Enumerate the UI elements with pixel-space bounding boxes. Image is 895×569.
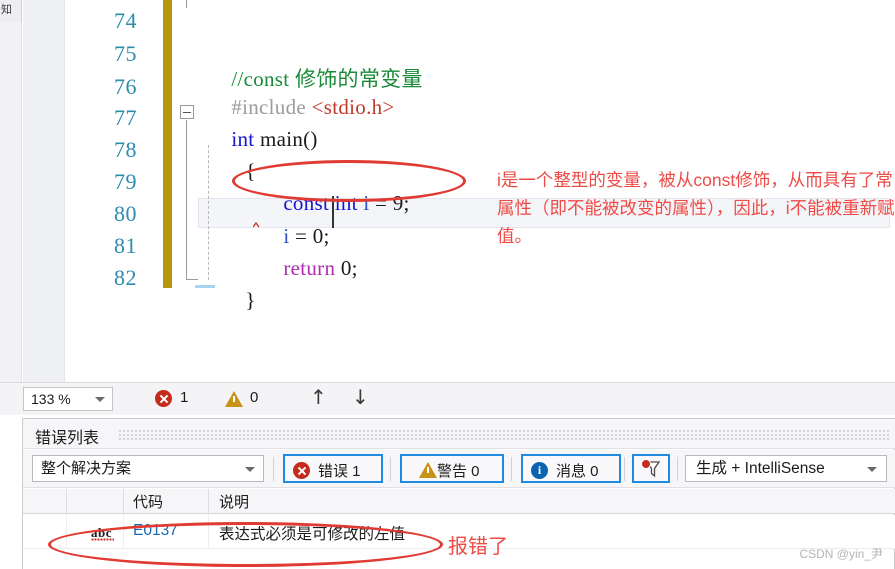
line-number: 80 (114, 201, 137, 226)
filter-errors-button[interactable]: 错误 1 (283, 454, 383, 483)
code-token-literal: 0; (335, 256, 358, 280)
selection-margin[interactable] (23, 0, 65, 382)
column-divider[interactable] (123, 489, 124, 514)
scope-selector[interactable]: 整个解决方案 (32, 455, 264, 482)
line-number: 82 (114, 265, 137, 290)
annotation-ellipse-row (48, 522, 443, 567)
zoom-level-value: 133 % (31, 391, 71, 407)
filter-warnings-button[interactable]: 警告 0 (400, 454, 504, 483)
status-error-count: 1 (180, 389, 189, 406)
error-list-title: 错误列表 (35, 430, 100, 447)
chevron-down-icon (95, 397, 105, 402)
annotation-ellipse-code (232, 160, 466, 202)
error-squiggle-icon (253, 222, 260, 228)
collapse-toggle-icon[interactable] (180, 105, 194, 119)
editor-status-bar (0, 382, 895, 415)
code-editor-area[interactable]: 知 74 75 76 77 78 79 80 81 82 //const 修饰的… (0, 0, 895, 382)
editor-tab-partial[interactable]: 知 (0, 0, 22, 22)
line-number: 77 (114, 105, 137, 130)
error-icon (155, 390, 172, 407)
line-number: 76 (114, 74, 137, 99)
code-token-keyword: return (283, 256, 336, 280)
watermark: CSDN @yin_尹 (799, 547, 883, 561)
editor-left-strip (0, 22, 22, 382)
chevron-down-icon (867, 467, 877, 472)
line-number: 75 (114, 41, 137, 66)
filter-messages-label: 消息 0 (556, 463, 599, 480)
column-divider[interactable] (208, 489, 209, 514)
status-warning-count: 0 (250, 389, 259, 406)
annotation-text-code: i是一个整型的变量，被从const修饰，从而具有了常属性（即不能被改变的属性），… (497, 170, 895, 246)
toolbar-divider (273, 457, 274, 481)
toolbar-divider (390, 457, 391, 481)
scope-guide-line (186, 120, 187, 280)
column-divider[interactable] (66, 489, 67, 514)
filter-funnel-button[interactable] (632, 454, 670, 483)
info-icon: i (531, 462, 548, 479)
column-header-description[interactable]: 说明 (219, 491, 249, 514)
toolbar-divider (677, 457, 678, 481)
toolbar-divider (624, 457, 625, 481)
filter-active-badge-icon (641, 459, 651, 469)
line-number: 81 (114, 233, 137, 258)
build-source-value: 生成 + IntelliSense (696, 460, 825, 477)
zoom-level-selector[interactable]: 133 % (23, 387, 113, 411)
scope-guide-foot (186, 279, 198, 280)
warning-icon (225, 391, 243, 407)
filter-errors-label: 错误 1 (318, 463, 361, 480)
toolbar-divider (511, 457, 512, 481)
code-token-brace: } (245, 288, 256, 312)
code-token-header: <stdio.h> (311, 95, 395, 119)
error-table-header: 代码 说明 (23, 489, 895, 514)
scope-selector-value: 整个解决方案 (41, 460, 132, 477)
line-number: 79 (114, 169, 137, 194)
arrow-down-icon[interactable]: ↓ (352, 385, 369, 409)
collapse-guide-top (186, 0, 195, 8)
unsaved-change-bar (163, 0, 172, 288)
error-list-toolbar: 整个解决方案 错误 1 警告 0 i 消息 0 生成 + IntelliSens… (23, 450, 895, 488)
line-number: 78 (114, 137, 137, 162)
code-token-identifier: main() (259, 127, 318, 151)
visual-studio-screenshot: 知 74 75 76 77 78 79 80 81 82 //const 修饰的… (0, 0, 895, 569)
column-header-code[interactable]: 代码 (133, 491, 163, 514)
filter-warnings-label: 警告 0 (437, 463, 480, 480)
line-number: 74 (114, 8, 137, 33)
error-icon (293, 462, 310, 479)
error-list-title-bar: 错误列表 (23, 419, 895, 449)
panel-drag-grip[interactable] (118, 429, 890, 440)
annotation-text-row: 报错了 (448, 536, 508, 558)
chevron-down-icon (245, 467, 255, 472)
warning-icon (419, 462, 437, 478)
build-source-selector[interactable]: 生成 + IntelliSense (685, 455, 887, 482)
filter-messages-button[interactable]: i 消息 0 (521, 454, 621, 483)
code-line-82[interactable]: } (212, 263, 256, 338)
arrow-up-icon[interactable]: ↑ (310, 385, 327, 409)
code-line-81[interactable]: return 0; (250, 231, 358, 306)
